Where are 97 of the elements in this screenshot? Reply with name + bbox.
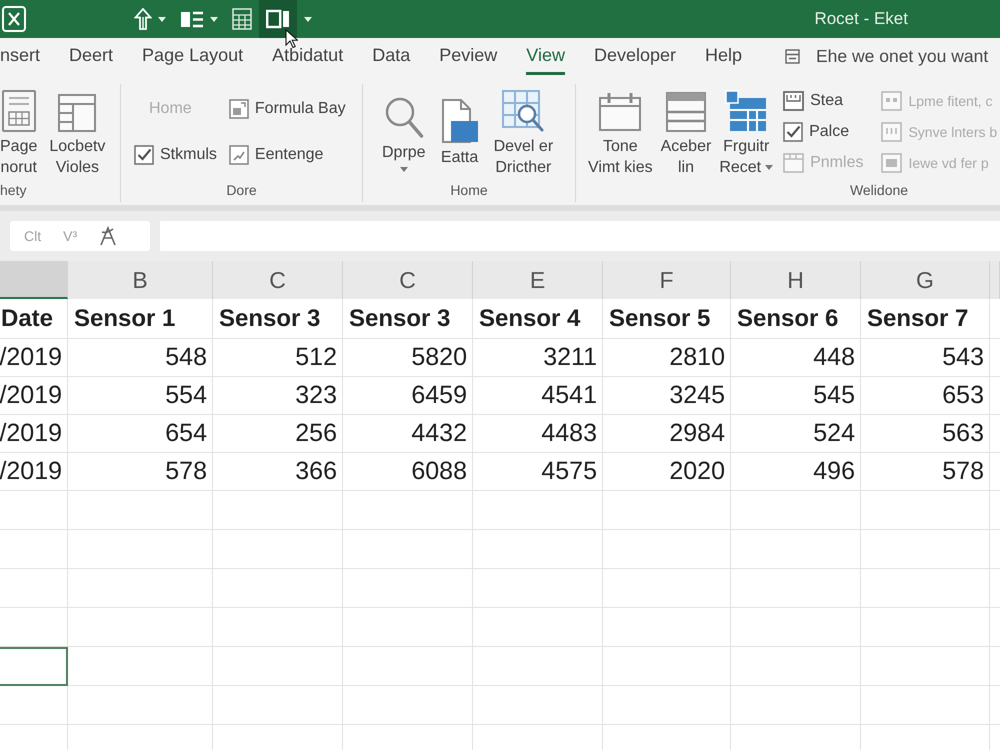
table-cell: 578 bbox=[68, 453, 213, 491]
ribbon-button[interactable]: Devel er Dricther bbox=[492, 86, 556, 178]
ribbon-tab[interactable]: Help bbox=[705, 38, 742, 75]
table-cell: 654 bbox=[68, 415, 213, 453]
ribbon-tab[interactable]: Page Layout bbox=[142, 38, 244, 75]
layout-icon bbox=[180, 9, 204, 29]
ribbon-button[interactable]: Stea bbox=[783, 91, 864, 112]
table-cell: 3245 bbox=[603, 377, 731, 415]
group-label: Dore bbox=[225, 181, 258, 200]
column-header[interactable]: H bbox=[731, 261, 861, 299]
window-icon bbox=[58, 94, 96, 132]
caret-icon bbox=[210, 16, 218, 22]
table-cell: 512 bbox=[213, 339, 343, 377]
frame-icon bbox=[881, 152, 902, 173]
note-icon bbox=[785, 49, 800, 64]
group-label: hety bbox=[0, 181, 28, 200]
table-cell: 496 bbox=[731, 453, 861, 491]
column-header[interactable]: B bbox=[68, 261, 213, 299]
header-cell: Date bbox=[0, 299, 68, 339]
table-cell: 2810 bbox=[603, 339, 731, 377]
ribbon-tab[interactable]: Peview bbox=[439, 38, 498, 75]
table-cell: 323 bbox=[213, 377, 343, 415]
table-cell: 554 bbox=[68, 377, 213, 415]
ribbon-button[interactable]: Tone Vimt kies bbox=[586, 86, 655, 178]
ribbon-button[interactable]: Locbetv Violes bbox=[47, 86, 108, 178]
table-cell: 3211 bbox=[473, 339, 603, 377]
frame-icon bbox=[881, 122, 902, 142]
ribbon-tab[interactable]: View bbox=[526, 38, 565, 75]
table-cell: 524 bbox=[731, 415, 861, 453]
caret-icon bbox=[158, 16, 166, 22]
table-cell: 4541 bbox=[473, 377, 603, 415]
table-cell: 545 bbox=[731, 377, 861, 415]
window-title: Rocet - Eket bbox=[814, 9, 908, 29]
document-icon bbox=[440, 98, 479, 142]
grid-icon bbox=[232, 8, 252, 30]
quick-access-button[interactable] bbox=[259, 0, 297, 38]
ribbon-button[interactable]: Eatta bbox=[438, 96, 481, 168]
column-header[interactable]: C bbox=[213, 261, 343, 299]
header-cell: Sensor 5 bbox=[603, 299, 731, 339]
table-cell: 2984 bbox=[603, 415, 731, 453]
table-cell: 5820 bbox=[343, 339, 473, 377]
ribbon-button[interactable]: Page norut bbox=[0, 86, 40, 178]
ribbon-button[interactable]: Eentenge bbox=[228, 145, 346, 165]
header-cell: Sensor 1 bbox=[68, 299, 213, 339]
header-cell: Sensor 6 bbox=[731, 299, 861, 339]
ribbon-tab[interactable]: nsert bbox=[0, 38, 40, 75]
ribbon-tab[interactable]: Atbidatut bbox=[272, 38, 344, 75]
table-cell: 448 bbox=[731, 339, 861, 377]
ribbon-button[interactable]: Formula Bay bbox=[228, 99, 346, 119]
square-icon bbox=[228, 99, 249, 119]
table-cell: 4483 bbox=[473, 415, 603, 453]
arrow-up-icon bbox=[134, 8, 152, 30]
column-header[interactable]: F bbox=[603, 261, 731, 299]
ribbon-tab[interactable]: Data bbox=[372, 38, 410, 75]
ribbon-button[interactable]: Aceber lin bbox=[658, 86, 714, 178]
table-cell: 4432 bbox=[343, 415, 473, 453]
frame-icon bbox=[783, 152, 804, 173]
panel-icon bbox=[266, 9, 290, 29]
table-cell: 2020 bbox=[603, 453, 731, 491]
header-cell: Sensor 3 bbox=[343, 299, 473, 339]
table-cell: 548 bbox=[68, 339, 213, 377]
selected-cell[interactable] bbox=[0, 647, 68, 686]
calendar-icon bbox=[599, 92, 642, 132]
column-header[interactable]: G bbox=[861, 261, 990, 299]
ribbon-button[interactable]: Frguitr Recet bbox=[717, 86, 776, 178]
table-cell: 563 bbox=[861, 415, 990, 453]
group-label: Home bbox=[449, 181, 489, 200]
function-icon bbox=[99, 226, 118, 246]
column-header[interactable] bbox=[0, 261, 68, 299]
table-cell: 256 bbox=[213, 415, 343, 453]
header-cell: Sensor 7 bbox=[861, 299, 990, 339]
caret-icon bbox=[304, 16, 312, 22]
column-header[interactable]: E bbox=[473, 261, 603, 299]
ruler-icon bbox=[783, 91, 804, 112]
table-cell: 6459 bbox=[343, 377, 473, 415]
header-cell: Sensor 3 bbox=[213, 299, 343, 339]
table-cell: 653 bbox=[861, 377, 990, 415]
table-cell: 366 bbox=[213, 453, 343, 491]
table-cell: 578 bbox=[861, 453, 990, 491]
logo-icon bbox=[2, 6, 26, 32]
header-cell: Sensor 4 bbox=[473, 299, 603, 339]
column-header[interactable]: C bbox=[343, 261, 473, 299]
table-cell: 6088 bbox=[343, 453, 473, 491]
chart-icon bbox=[228, 145, 249, 165]
frame-icon bbox=[881, 91, 902, 112]
tell-me-field[interactable]: Ehe we onet you want bbox=[816, 46, 1000, 67]
table-cell: 4575 bbox=[473, 453, 603, 491]
group-label: Welidone bbox=[848, 181, 910, 200]
table-icon bbox=[725, 90, 768, 132]
table-cell: 543 bbox=[861, 339, 990, 377]
checkbox-option[interactable]: Stkmuls bbox=[134, 144, 217, 164]
search-icon bbox=[384, 96, 424, 138]
ribbon-tab[interactable]: Deert bbox=[69, 38, 114, 75]
ribbon-tab[interactable]: Developer bbox=[594, 38, 676, 75]
ribbon-button[interactable]: Dprpe bbox=[380, 92, 428, 172]
checkbox-option[interactable]: Palce bbox=[783, 122, 864, 142]
split-window-icon bbox=[666, 92, 706, 132]
